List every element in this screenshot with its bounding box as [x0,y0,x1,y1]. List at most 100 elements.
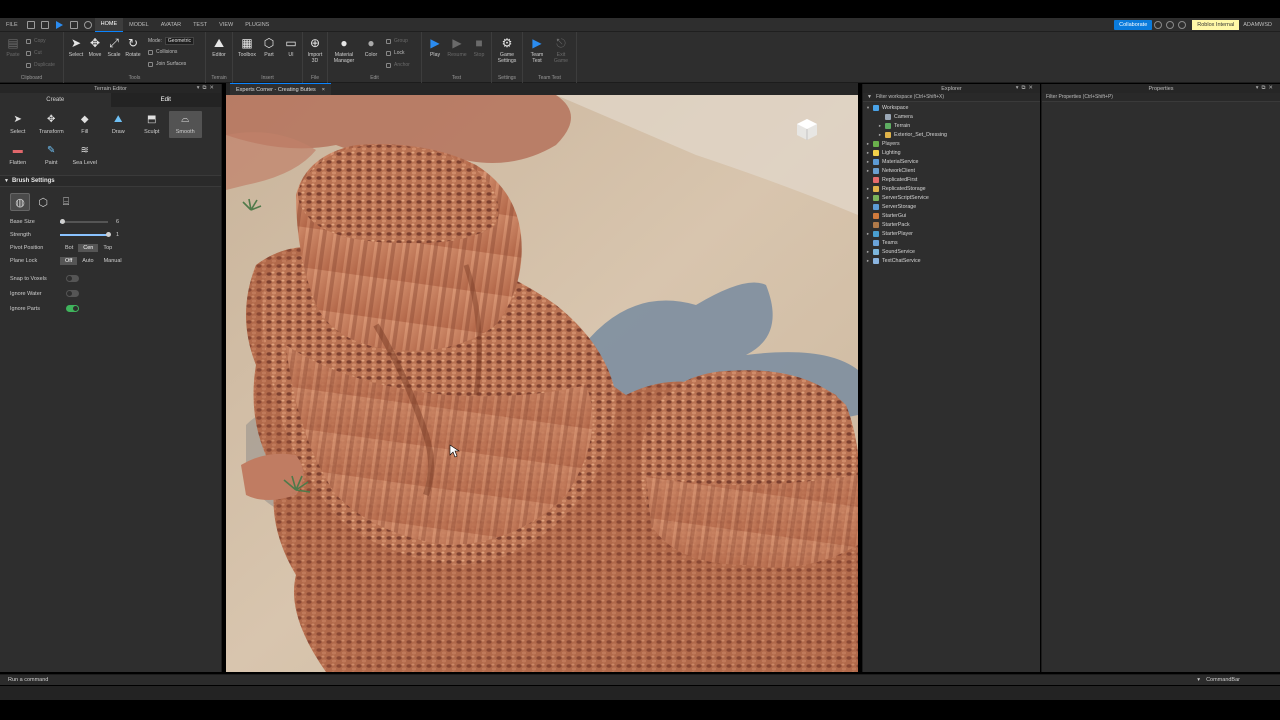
properties-filter[interactable]: Filter Properties (Ctrl+Shift+P) [1042,93,1280,102]
expand-arrow-icon[interactable]: ▸ [865,195,871,201]
explorer-item-teams[interactable]: Teams [863,238,1040,247]
explorer-item-camera[interactable]: Camera [863,112,1040,121]
expand-arrow-icon[interactable]: ▸ [877,132,883,138]
color-button[interactable]: ● Color [360,36,382,58]
play-button[interactable]: ▶ Play [424,36,446,58]
expand-arrow-icon[interactable]: ▾ [865,105,871,111]
lock-button[interactable]: Lock [386,50,405,56]
explorer-item-exterior-set-dressing[interactable]: ▸ Exterior_Set_Dressing [863,130,1040,139]
base-size-slider[interactable] [59,218,108,224]
explorer-item-soundservice[interactable]: ▸ SoundService [863,247,1040,256]
pivot-cen[interactable]: Cen [78,243,99,252]
duplicate-button[interactable]: Duplicate [26,62,55,68]
terrain-tool-fill[interactable]: ◆ Fill [68,111,102,138]
cube-brush-icon[interactable]: ⬡ [33,193,53,211]
explorer-item-materialservice[interactable]: ▸ MaterialService [863,157,1040,166]
chevron-down-icon[interactable]: ▾ [1197,677,1200,683]
expand-arrow-icon[interactable]: ▸ [865,249,871,255]
rotate-tool-button[interactable]: ↻ Rotate [122,36,144,58]
tab-model[interactable]: MODEL [123,18,155,32]
cut-button[interactable]: Cut [26,50,42,56]
place-tab[interactable]: Experts Corner - Creating Buttes × [230,83,332,95]
explorer-filter-input[interactable]: Filter workspace (Ctrl+Shift+X) [876,94,944,100]
tab-edit[interactable]: Edit [110,93,221,107]
plane-lock-manual[interactable]: Manual [99,257,127,265]
resume-button[interactable]: ▶ Resume [446,36,468,58]
save-icon[interactable] [26,20,35,29]
terrain-tool-smooth[interactable]: ⌓ Smooth [168,111,202,138]
plane-lock-off[interactable]: Off [60,256,78,265]
expand-arrow-icon[interactable]: ▸ [865,258,871,264]
view-cube-icon[interactable] [794,117,820,143]
explorer-item-lighting[interactable]: ▸ Lighting [863,148,1040,157]
close-tab-icon[interactable]: × [322,87,325,93]
explorer-filter[interactable]: ▼ Filter workspace (Ctrl+Shift+X) [863,93,1040,102]
terrain-tool-sculpt[interactable]: ⬒ Sculpt [135,111,169,138]
exit-game-button[interactable]: ⎋ Exit Game [550,36,572,65]
tab-home[interactable]: HOME [94,17,124,32]
expand-arrow-icon[interactable]: ▸ [865,141,871,147]
terrain-tool-draw[interactable]: ⛰ Draw [102,111,136,138]
stop-button[interactable]: ■ Stop [468,36,490,58]
file-menu[interactable]: FILE [0,18,24,32]
tab-create[interactable]: Create [0,93,111,107]
quick-play-icon[interactable] [55,20,63,29]
share-icon[interactable] [1178,20,1187,29]
plane-lock-auto[interactable]: Auto [77,257,98,265]
anchor-button[interactable]: Anchor [386,62,410,68]
expand-arrow-icon[interactable]: ▸ [877,123,883,129]
tab-view[interactable]: VIEW [213,18,239,32]
cylinder-brush-icon[interactable]: ⌸ [56,193,76,211]
strength-value[interactable]: 1 [116,232,119,238]
panel-controls[interactable]: ▾⧉✕ [1016,85,1036,92]
terrain-tool-sea-level[interactable]: ≋ Sea Level [68,142,102,169]
terrain-tool-select[interactable]: ➤ Select [1,111,35,138]
collisions-toggle[interactable]: Collisions [148,49,177,55]
explorer-item-replicatedstorage[interactable]: ▸ ReplicatedStorage [863,184,1040,193]
game-settings-button[interactable]: ⚙ Game Settings [496,36,518,64]
explorer-item-replicatedfirst[interactable]: ReplicatedFirst [863,175,1040,184]
expand-arrow-icon[interactable]: ▸ [865,159,871,165]
snap-to-voxels-toggle[interactable] [66,275,79,282]
part-button[interactable]: ⬡ Part [258,36,280,58]
expand-arrow-icon[interactable]: ▸ [865,231,871,237]
join-surfaces-toggle[interactable]: Join Surfaces [148,61,186,67]
3d-viewport[interactable] [226,95,858,672]
explorer-item-serverstorage[interactable]: ServerStorage [863,202,1040,211]
brush-settings-header[interactable]: ▼ Brush Settings [0,175,221,187]
tab-plugins[interactable]: PLUGINS [239,18,275,32]
panel-controls[interactable]: ▾⧉✕ [1256,85,1276,92]
expand-arrow-icon[interactable]: ▸ [865,168,871,174]
strength-slider[interactable] [60,231,111,237]
tab-avatar[interactable]: AVATAR [155,18,187,32]
team-test-button[interactable]: ▶ Team Test [526,36,548,64]
expand-arrow-icon[interactable]: ▸ [865,150,871,156]
username[interactable]: ADAMWSD [1243,22,1272,28]
explorer-item-terrain[interactable]: ▸ Terrain [863,121,1040,130]
cloud-icon[interactable] [1166,20,1175,29]
sphere-brush-icon[interactable]: ◍ [10,193,30,211]
paste-button[interactable]: ▤ Paste [2,36,24,58]
help-icon[interactable] [1154,20,1163,29]
terrain-tool-paint[interactable]: ✎ Paint [35,142,69,169]
undo-icon[interactable] [83,20,92,29]
stop-icon[interactable] [69,20,78,29]
mode-selector[interactable]: Mode: Geometric [148,37,194,45]
toolbox-button[interactable]: ▦ Toolbox [236,36,258,58]
copy-button[interactable]: Copy [26,38,46,44]
terrain-editor-button[interactable]: ⛰ Editor [208,36,230,59]
pivot-top[interactable]: Top [98,244,117,252]
base-size-value[interactable]: 6 [116,219,119,225]
explorer-item-workspace[interactable]: ▾ Workspace [863,103,1040,112]
explorer-item-serverscriptservice[interactable]: ▸ ServerScriptService [863,193,1040,202]
terrain-tool-flatten[interactable]: ▬ Flatten [1,142,35,169]
ignore-water-toggle[interactable] [66,290,79,297]
mode-dropdown[interactable]: Geometric [164,37,194,45]
explorer-item-startergui[interactable]: StarterGui [863,211,1040,220]
explorer-item-starterplayer[interactable]: ▸ StarterPlayer [863,229,1040,238]
ui-button[interactable]: ▭ UI [280,36,302,58]
collaborate-button[interactable]: Collaborate [1114,19,1153,30]
ignore-parts-toggle[interactable] [66,305,79,312]
tab-test[interactable]: TEST [187,18,213,32]
material-manager-button[interactable]: ● Material Manager [333,36,355,64]
